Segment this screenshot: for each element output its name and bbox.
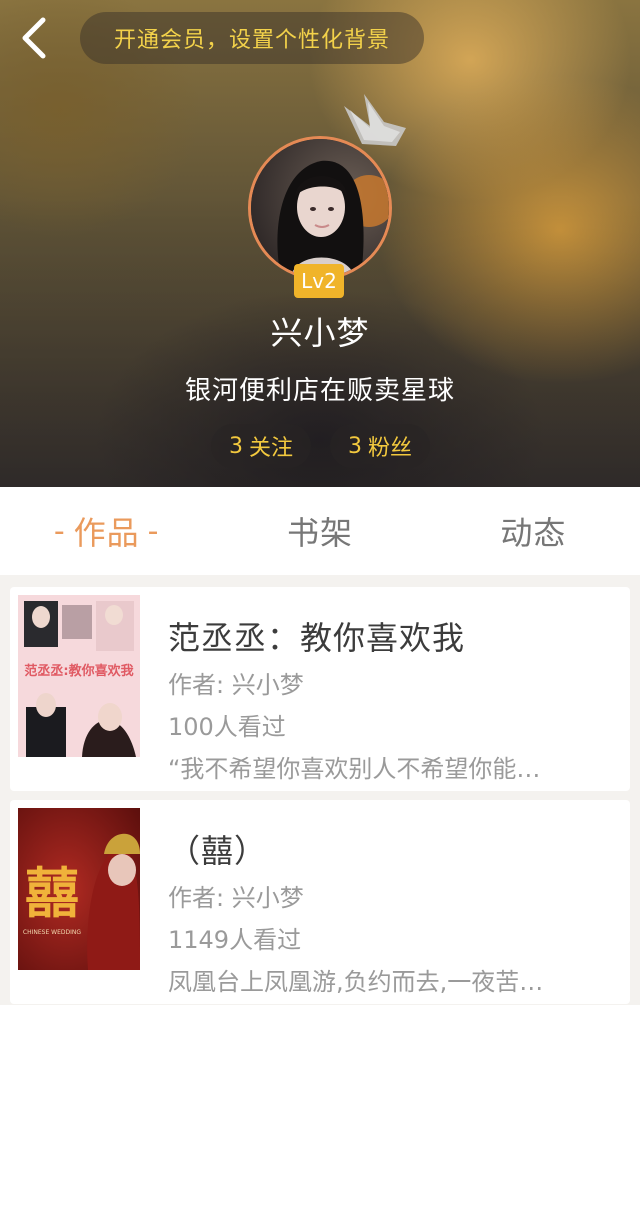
book-cover: 范丞丞:教你喜欢我 [18,595,140,757]
vip-prompt-label: 开通会员，设置个性化背景 [113,28,390,53]
book-description: 凤凰台上凤凰游,负约而去,一夜苦… [168,968,544,996]
profile-tabs: - 作品 - 书架 动态 [0,487,640,575]
book-author: 作者: 兴小梦 [168,671,304,699]
book-card[interactable]: 囍 CHINESE WEDDING （囍） 作者: 兴小梦 1149人看过 凤凰… [10,800,630,1004]
username: 兴小梦 [270,314,370,352]
fans-label: 粉丝 [367,436,412,461]
profile-page: 开通会员，设置个性化背景 Lv2 兴小梦 银河便利店在贩卖星球 3 关注 3 粉… [0,0,640,1223]
book-view-count: 1149人看过 [168,926,302,954]
book-title: 范丞丞：教你喜欢我 [168,619,466,657]
book-view-count: 100人看过 [168,713,286,741]
tab-bookshelf-label: 书架 [286,514,353,552]
fans-count-button[interactable]: 3 粉丝 [330,424,430,468]
tab-works[interactable]: - 作品 - [0,487,213,575]
tab-works-label: 作品 [73,514,140,552]
avatar[interactable] [248,136,392,280]
following-count: 3 [228,433,243,459]
book-cover: 囍 CHINESE WEDDING [18,808,140,970]
fans-count: 3 [347,433,362,459]
following-count-button[interactable]: 3 关注 [211,424,311,468]
vip-background-button[interactable]: 开通会员，设置个性化背景 [80,12,424,64]
book-cover-subtext: CHINESE WEDDING [23,929,81,936]
profile-banner: 开通会员，设置个性化背景 Lv2 兴小梦 银河便利店在贩卖星球 3 关注 3 粉… [0,0,640,487]
chevron-left-icon [22,17,46,59]
following-label: 关注 [248,436,293,461]
tab-activity[interactable]: 动态 [427,487,640,575]
back-button[interactable] [12,12,56,64]
book-description: “我不希望你喜欢别人不希望你能… [168,755,541,783]
book-card[interactable]: 范丞丞:教你喜欢我 范丞丞：教你喜欢我 作者: 兴小梦 100人看过 “我不希望… [10,587,630,791]
book-author: 作者: 兴小梦 [168,884,304,912]
avatar-photo [251,139,389,277]
tab-bookshelf[interactable]: 书架 [213,487,426,575]
book-cover-text: 范丞丞:教你喜欢我 [24,663,133,679]
user-signature: 银河便利店在贩卖星球 [184,376,455,406]
level-badge: Lv2 [294,264,344,298]
tab-activity-label: 动态 [500,514,567,552]
book-title: （囍） [168,832,268,870]
book-cover-text: 囍 [25,861,79,925]
avatar-image [248,136,392,280]
